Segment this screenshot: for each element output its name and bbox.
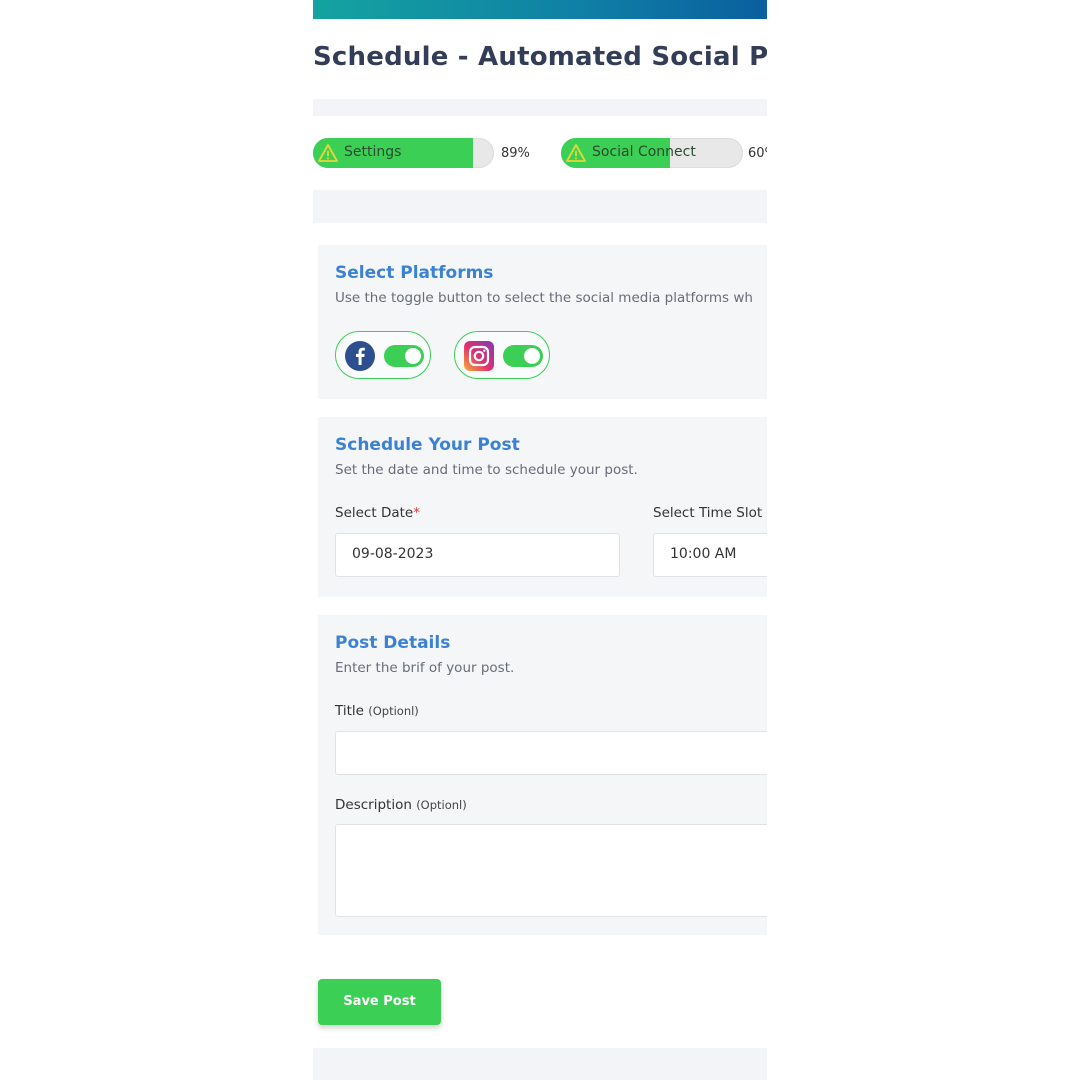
warning-icon [318, 144, 338, 162]
date-label: Select Date* [335, 505, 420, 521]
progress-social-connect[interactable]: Social Connect [561, 138, 743, 168]
instagram-icon [464, 341, 494, 371]
save-post-button[interactable]: Save Post [318, 979, 441, 1025]
optional-marker: (Optionl) [416, 798, 467, 812]
post-details-card: Post Details Enter the brif of your post… [318, 615, 767, 935]
date-input[interactable]: 09-08-2023 [335, 533, 620, 577]
details-title: Post Details [335, 633, 451, 653]
toggle-knob [405, 348, 421, 364]
platforms-title: Select Platforms [335, 263, 494, 283]
optional-marker: (Optionl) [368, 704, 419, 718]
time-slot-select[interactable]: 10:00 AM [653, 533, 767, 577]
description-textarea[interactable] [335, 824, 767, 917]
time-slot-label: Select Time Slot [653, 505, 763, 521]
progress-percent: 89% [501, 146, 530, 161]
toggle-knob [524, 348, 540, 364]
progress-percent: 60% [748, 146, 767, 161]
warning-icon [566, 144, 586, 162]
platforms-subtitle: Use the toggle button to select the soci… [335, 290, 753, 306]
description-label: Description (Optionl) [335, 797, 467, 813]
facebook-icon [345, 341, 375, 371]
title-label-text: Title [335, 703, 364, 719]
top-banner [313, 0, 767, 19]
title-label: Title (Optionl) [335, 703, 419, 719]
schedule-subtitle: Set the date and time to schedule your p… [335, 462, 638, 478]
progress-settings[interactable]: Settings [313, 138, 494, 168]
platforms-card: Select Platforms Use the toggle button t… [318, 245, 767, 399]
instagram-toggle-switch[interactable] [503, 345, 543, 367]
required-marker: * [413, 505, 420, 521]
facebook-toggle-group [335, 331, 431, 379]
progress-label: Settings [344, 144, 402, 160]
schedule-card: Schedule Your Post Set the date and time… [318, 417, 767, 597]
page-viewport: Schedule - Automated Social Post Setting… [313, 0, 767, 1080]
description-label-text: Description [335, 797, 412, 813]
page-title: Schedule - Automated Social Post [313, 42, 767, 72]
schedule-title: Schedule Your Post [335, 435, 520, 455]
instagram-toggle-group [454, 331, 550, 379]
facebook-toggle-switch[interactable] [384, 345, 424, 367]
details-subtitle: Enter the brif of your post. [335, 660, 515, 676]
progress-label: Social Connect [592, 144, 696, 160]
date-label-text: Select Date [335, 505, 414, 521]
title-input[interactable] [335, 731, 767, 775]
footer-band [313, 1048, 767, 1080]
